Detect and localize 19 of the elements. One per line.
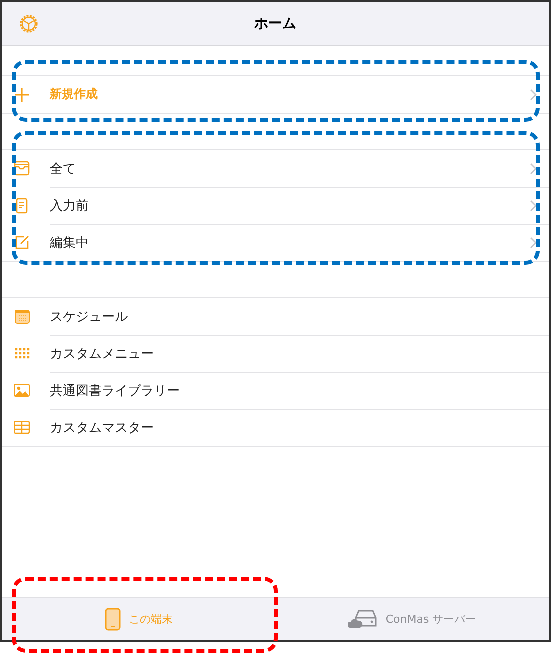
document-icon (16, 198, 28, 214)
list-item[interactable]: カスタムマスター (2, 409, 549, 446)
list-item[interactable]: 入力前 (2, 187, 549, 224)
plus-icon (15, 88, 29, 102)
edit-icon (14, 235, 30, 250)
list-item[interactable]: カスタムメニュー (2, 335, 549, 372)
grid-icon (14, 348, 30, 359)
tray-icon (14, 161, 30, 176)
cloud-server-icon (348, 609, 378, 629)
screen-title: ホーム (254, 14, 296, 32)
list-item[interactable]: 共通図書ライブラリー (2, 372, 549, 409)
image-icon (14, 384, 30, 397)
table-icon (14, 421, 30, 434)
list-item[interactable]: 全て (2, 150, 549, 187)
calendar-icon (14, 310, 30, 324)
list-item[interactable]: スケジュール (2, 298, 549, 335)
tablet-icon (104, 608, 121, 630)
settings-icon[interactable] (18, 13, 40, 35)
list-item[interactable]: 編集中 (2, 224, 549, 261)
